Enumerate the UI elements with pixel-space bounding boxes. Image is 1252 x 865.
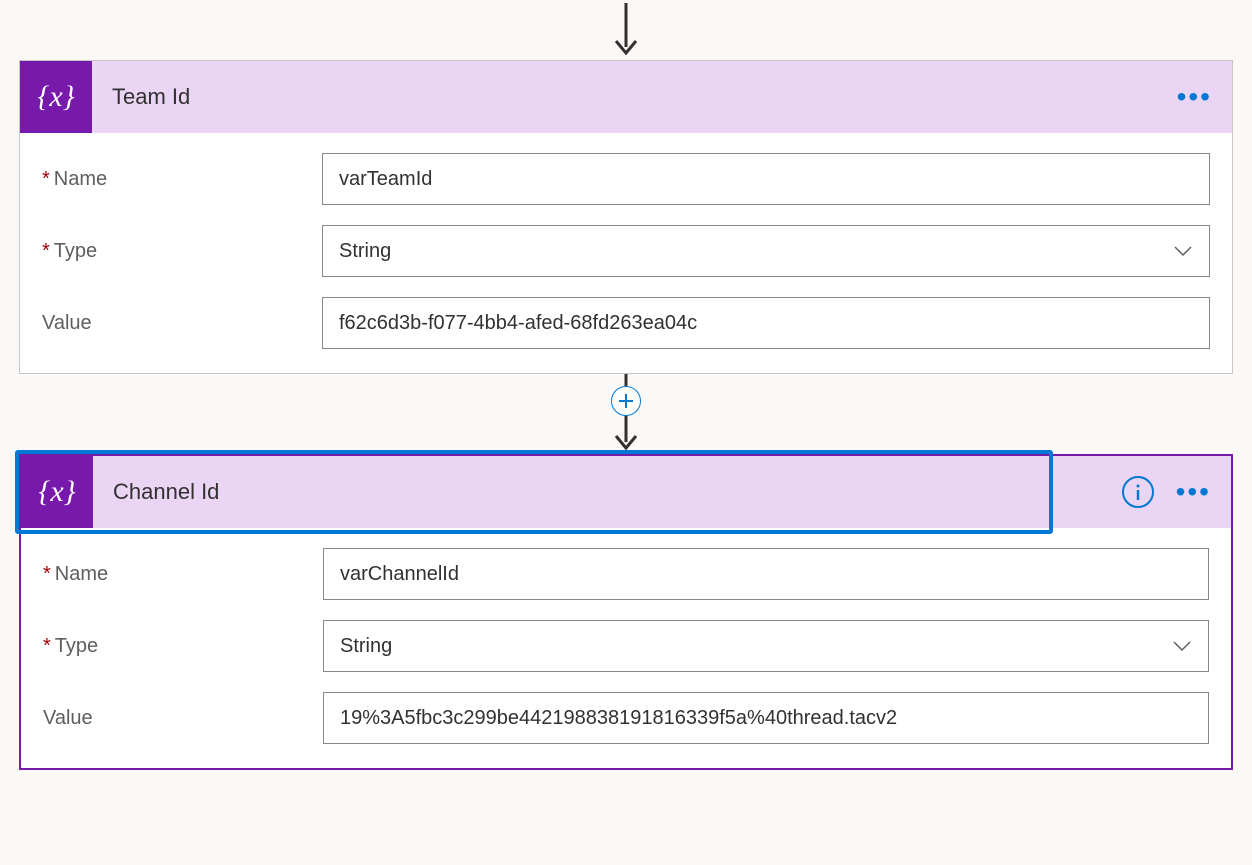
action-card-channel-id: {x} Channel Id ••• *Name *Type String xyxy=(19,454,1233,770)
variable-icon: {x} xyxy=(21,456,93,528)
required-marker: * xyxy=(43,563,51,585)
info-icon[interactable] xyxy=(1122,476,1154,508)
card-body: *Name *Type String Value xyxy=(21,528,1231,768)
type-value: String xyxy=(339,240,391,263)
action-card-team-id: {x} Team Id ••• *Name *Type String Value xyxy=(19,60,1233,374)
type-value: String xyxy=(340,635,392,658)
chevron-down-icon xyxy=(1173,245,1193,257)
card-header[interactable]: {x} Channel Id ••• xyxy=(21,456,1231,528)
required-marker: * xyxy=(42,240,50,262)
value-input[interactable] xyxy=(322,297,1210,349)
card-title: Channel Id xyxy=(113,479,1102,505)
type-label: *Type xyxy=(43,635,323,658)
name-input[interactable] xyxy=(323,548,1209,600)
required-marker: * xyxy=(43,635,51,657)
value-label: Value xyxy=(42,312,322,335)
name-label: *Name xyxy=(43,563,323,586)
more-menu-icon[interactable]: ••• xyxy=(1177,88,1212,106)
type-label: *Type xyxy=(42,240,322,263)
arrow-down-icon xyxy=(612,3,640,57)
chevron-down-icon xyxy=(1172,640,1192,652)
name-input[interactable] xyxy=(322,153,1210,205)
card-header[interactable]: {x} Team Id ••• xyxy=(20,61,1232,133)
card-title: Team Id xyxy=(112,84,1157,110)
variable-icon: {x} xyxy=(20,61,92,133)
value-input[interactable] xyxy=(323,692,1209,744)
plus-icon xyxy=(618,393,634,409)
name-label: *Name xyxy=(42,168,322,191)
more-menu-icon[interactable]: ••• xyxy=(1176,483,1211,501)
value-label: Value xyxy=(43,707,323,730)
flow-arrow-top xyxy=(0,0,1252,60)
card-body: *Name *Type String Value xyxy=(20,133,1232,373)
flow-connector xyxy=(0,374,1252,454)
required-marker: * xyxy=(42,168,50,190)
type-select[interactable]: String xyxy=(322,225,1210,277)
type-select[interactable]: String xyxy=(323,620,1209,672)
add-step-button[interactable] xyxy=(611,386,641,416)
